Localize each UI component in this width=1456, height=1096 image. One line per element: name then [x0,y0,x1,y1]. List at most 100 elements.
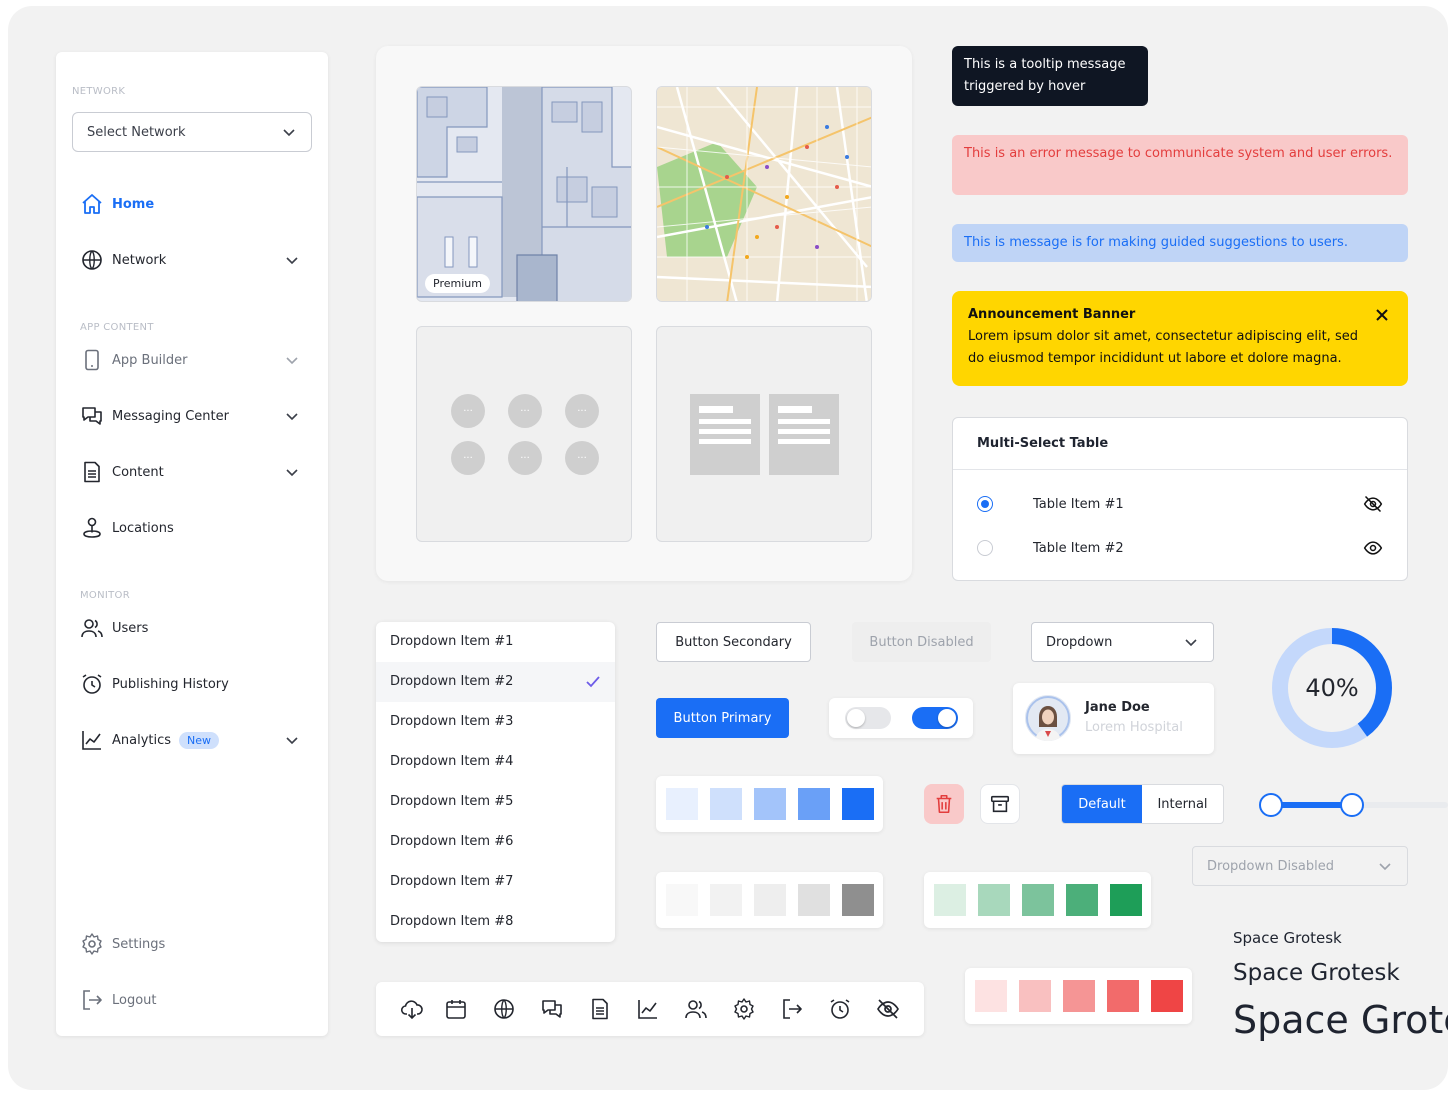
document-icon[interactable] [588,997,612,1021]
floorplan-map-tile[interactable]: Premium [416,86,632,302]
archive-button[interactable] [980,784,1020,824]
color-swatch[interactable] [1107,980,1139,1012]
primary-button[interactable]: Button Primary [656,698,789,738]
color-swatch[interactable] [1151,980,1183,1012]
location-pin-icon [80,516,104,540]
row-radio[interactable] [977,540,993,556]
more-dots-button[interactable]: ··· [565,441,599,475]
alarm-icon[interactable] [828,997,852,1021]
checkmark-icon [585,674,601,690]
sidebar-item-locations[interactable]: Locations [80,514,300,542]
more-dots-button[interactable]: ··· [508,441,542,475]
profile-card[interactable]: Jane Doe Lorem Hospital [1013,683,1214,754]
color-swatch[interactable] [754,788,786,820]
slider-thumb-min[interactable] [1259,793,1284,817]
dropdown-item[interactable]: Dropdown Item #6 [376,822,615,862]
color-swatch[interactable] [798,788,830,820]
dropdown-item[interactable]: Dropdown Item #7 [376,862,615,902]
globe-icon[interactable] [492,997,516,1021]
error-message: This is an error message to communicate … [952,135,1408,195]
tooltip-message: This is a tooltip message triggered by h… [952,46,1148,106]
chart-icon[interactable] [636,997,660,1021]
dropdown-item-selected[interactable]: Dropdown Item #2 [376,662,615,702]
toggle-switch-off[interactable] [845,707,891,729]
color-swatch[interactable] [666,788,698,820]
eye-icon[interactable] [1363,538,1383,558]
grid-placeholder-tile[interactable]: ··· ··· ··· ··· ··· ··· [416,326,632,542]
section-label-network: NETWORK [72,86,126,97]
chart-icon [80,728,104,752]
table-row[interactable]: Table Item #2 [953,526,1407,570]
cloud-download-icon[interactable] [400,997,424,1021]
color-swatch[interactable] [754,884,786,916]
color-swatch[interactable] [934,884,966,916]
color-swatch[interactable] [1110,884,1142,916]
color-swatch[interactable] [978,884,1010,916]
segment-internal[interactable]: Internal [1142,785,1223,823]
sidebar-item-home[interactable]: Home [80,190,300,218]
gear-icon[interactable] [732,997,756,1021]
toggle-switch-on[interactable] [912,707,958,729]
color-swatch[interactable] [1022,884,1054,916]
dropdown-item[interactable]: Dropdown Item #1 [376,622,615,662]
delete-button[interactable] [924,784,964,824]
dropdown-item[interactable]: Dropdown Item #5 [376,782,615,822]
dropdown-item[interactable]: Dropdown Item #4 [376,742,615,782]
color-swatch[interactable] [842,788,874,820]
sidebar-item-label: Content [112,464,164,480]
color-swatch[interactable] [1063,980,1095,1012]
users-icon [80,616,104,640]
logout-icon[interactable] [780,997,804,1021]
sidebar-item-network[interactable]: Network [80,246,300,274]
sidebar-item-users[interactable]: Users [80,614,300,642]
sidebar-item-logout[interactable]: Logout [80,986,300,1014]
sidebar-item-label: App Builder [112,352,188,368]
color-swatch[interactable] [666,884,698,916]
profile-name: Jane Doe [1085,700,1150,715]
table-row[interactable]: Table Item #1 [953,482,1407,526]
chevron-down-icon [284,408,300,424]
more-dots-button[interactable]: ··· [451,441,485,475]
dropdown-item[interactable]: Dropdown Item #3 [376,702,615,742]
secondary-button[interactable]: Button Secondary [656,622,811,662]
eye-off-icon[interactable] [876,997,900,1021]
street-map-tile[interactable] [656,86,872,302]
more-dots-button[interactable]: ··· [508,394,542,428]
eye-off-icon[interactable] [1363,494,1383,514]
slider-thumb-max[interactable] [1340,793,1365,817]
icon-toolbar [376,982,924,1036]
dropdown-select[interactable]: Dropdown [1031,622,1214,662]
color-swatch[interactable] [710,788,742,820]
users-icon[interactable] [684,997,708,1021]
chat-icon[interactable] [540,997,564,1021]
dropdown-item[interactable]: Dropdown Item #8 [376,902,615,942]
more-dots-button[interactable]: ··· [565,394,599,428]
document-placeholder-tile[interactable] [656,326,872,542]
sidebar-item-label: Analytics [112,732,172,748]
color-swatch[interactable] [1019,980,1051,1012]
gray-palette [656,872,883,928]
calendar-icon[interactable] [444,997,468,1021]
color-swatch[interactable] [1066,884,1098,916]
color-swatch[interactable] [710,884,742,916]
select-network-dropdown[interactable]: Select Network [72,112,312,152]
chevron-down-icon [281,124,297,140]
sidebar-item-app-builder[interactable]: App Builder [80,346,300,374]
chevron-down-icon [1183,634,1199,650]
segment-default[interactable]: Default [1062,785,1142,823]
sidebar-item-publishing-history[interactable]: Publishing History [80,670,300,698]
sidebar-item-messaging-center[interactable]: Messaging Center [80,402,300,430]
row-radio-selected[interactable] [977,496,993,512]
blue-palette [656,776,883,832]
color-swatch[interactable] [975,980,1007,1012]
sidebar-item-content[interactable]: Content [80,458,300,486]
sidebar-item-label: Users [112,620,149,636]
sidebar-item-analytics[interactable]: Analytics New [80,726,300,754]
sidebar-item-settings[interactable]: Settings [80,930,300,958]
close-icon[interactable] [1374,307,1390,323]
map-panel: Premium ··· ··· ··· ··· ··· ··· [376,46,912,581]
color-swatch[interactable] [798,884,830,916]
range-slider[interactable] [1259,793,1448,817]
color-swatch[interactable] [842,884,874,916]
more-dots-button[interactable]: ··· [451,394,485,428]
